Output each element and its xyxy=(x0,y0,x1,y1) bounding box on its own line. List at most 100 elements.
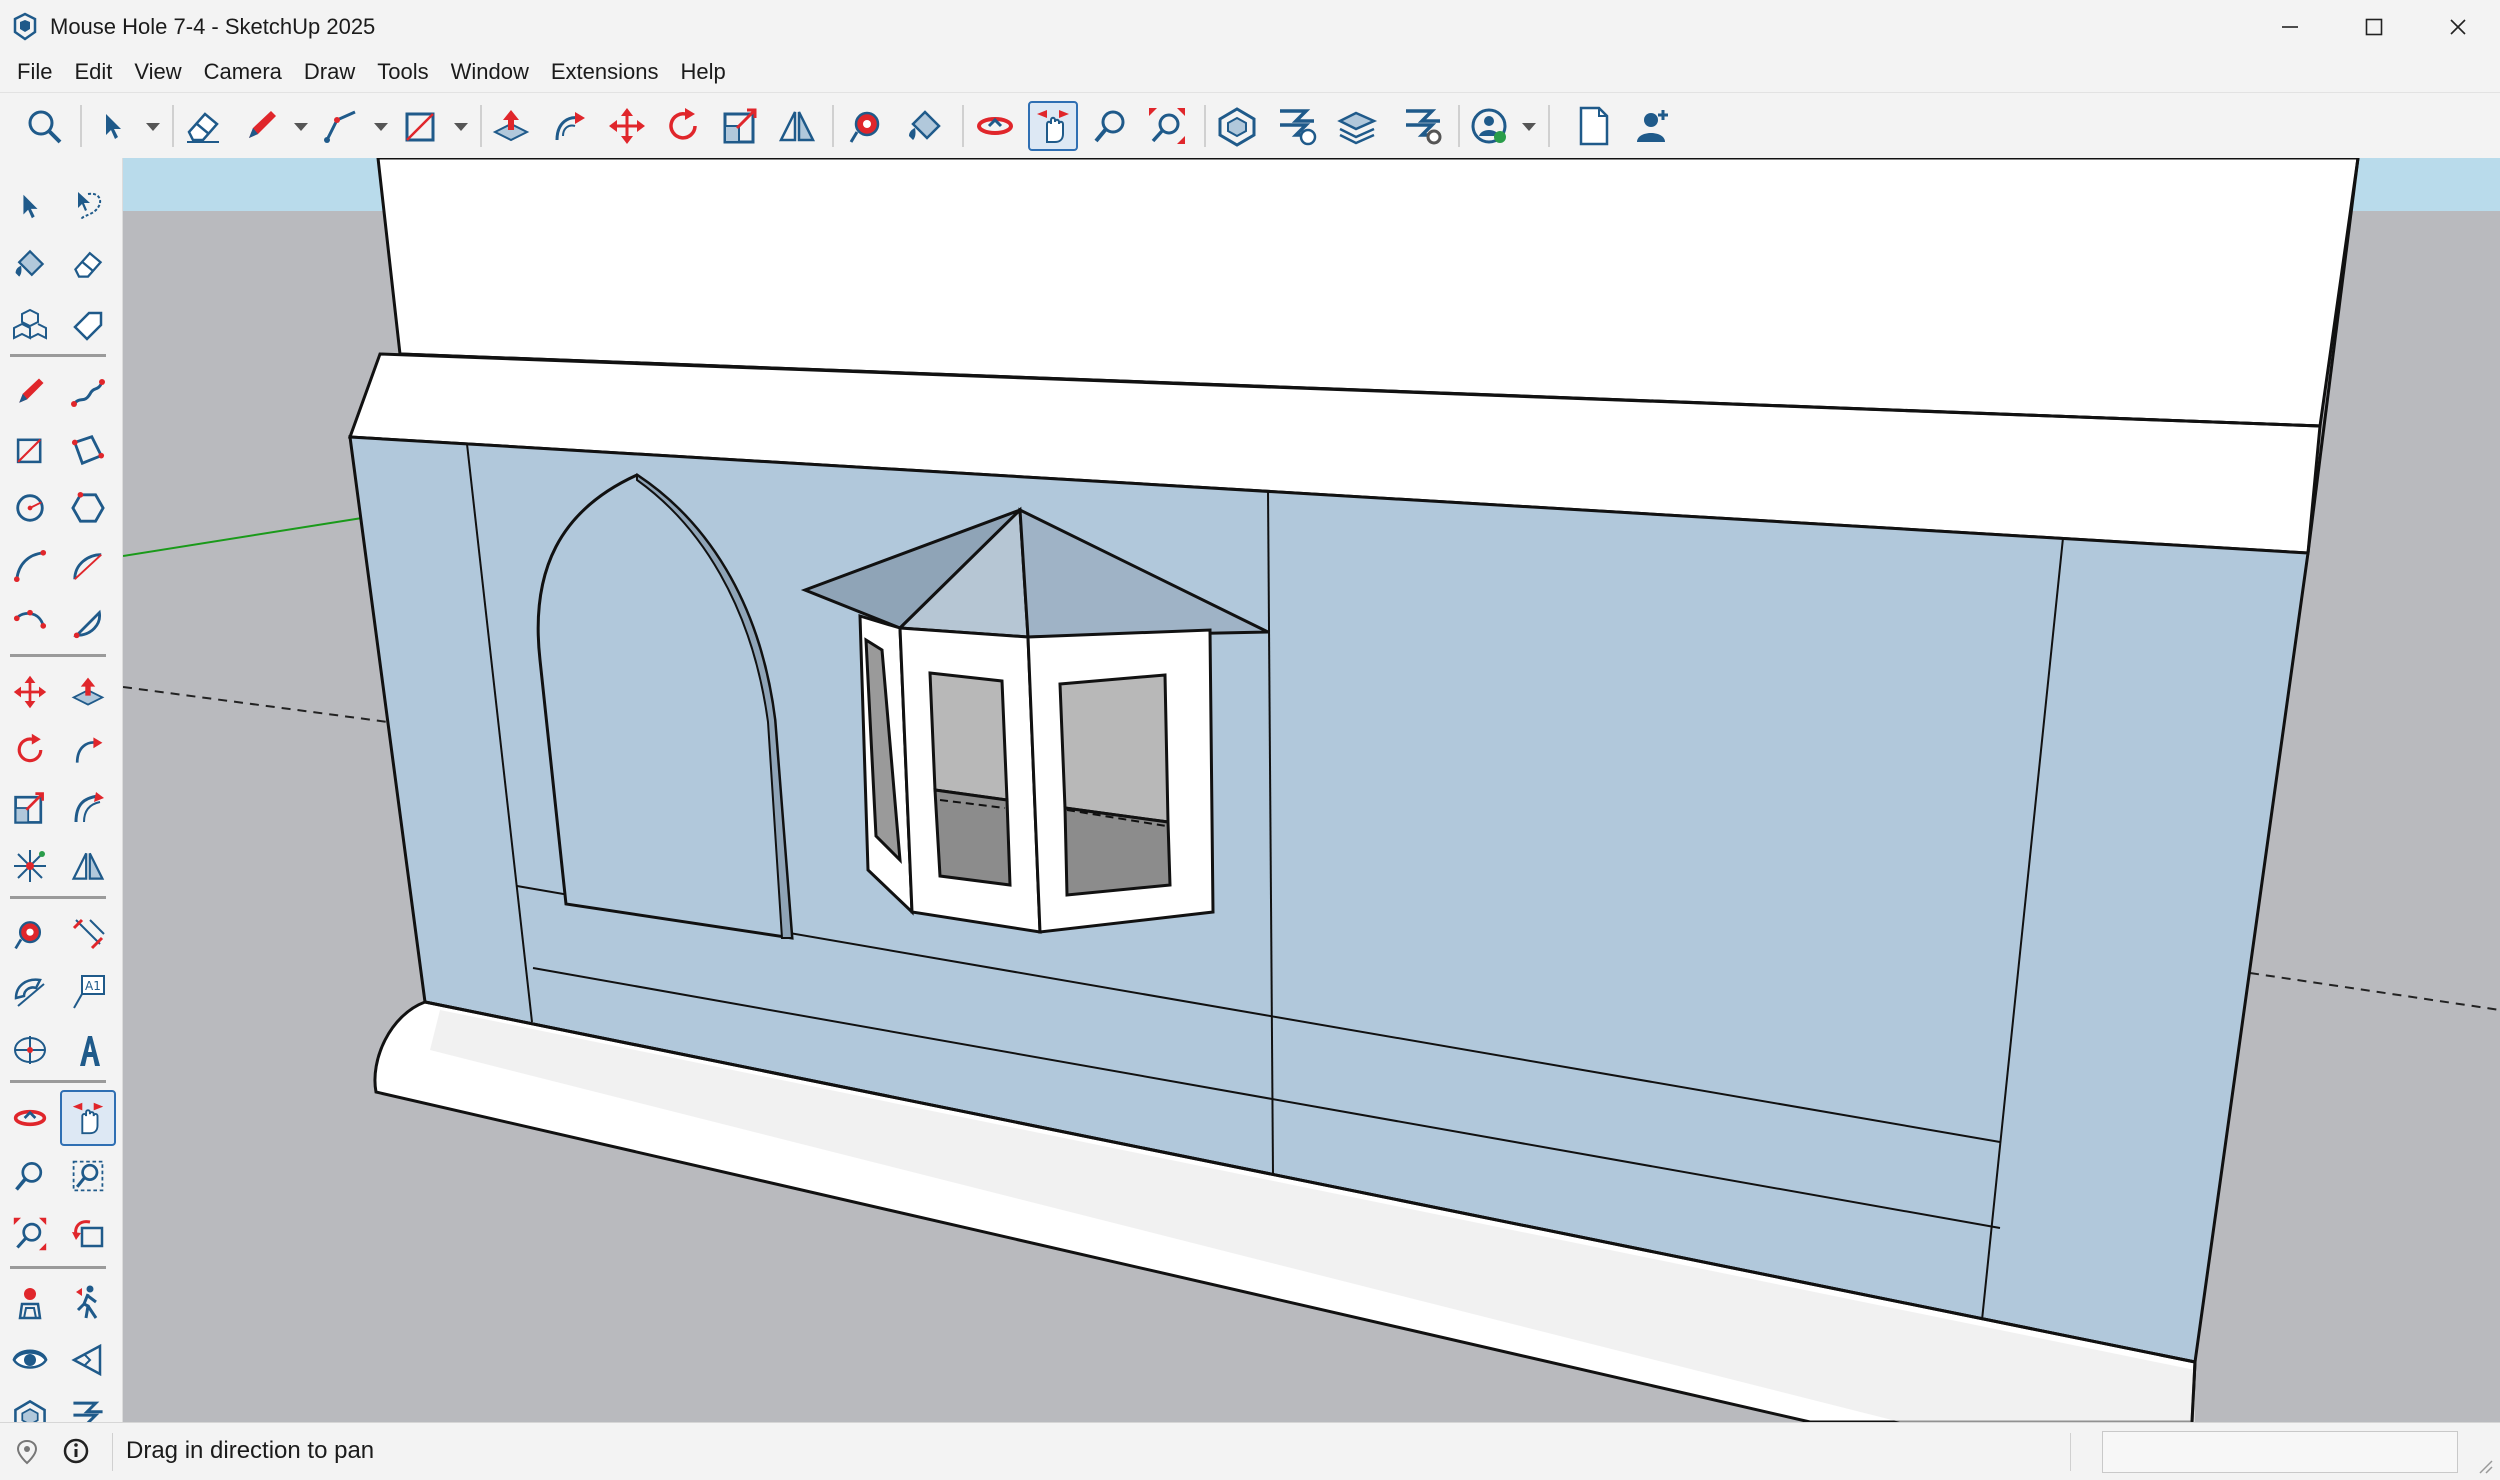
eye-icon xyxy=(12,1349,48,1369)
lt-protractor-button[interactable] xyxy=(4,966,56,1018)
lt-pencil-button[interactable] xyxy=(4,366,56,418)
scale-tool-button[interactable] xyxy=(716,101,766,151)
geo-location-icon[interactable] xyxy=(14,1439,40,1465)
lt-flip-button[interactable] xyxy=(62,840,114,892)
lt-circle-button[interactable] xyxy=(4,482,56,534)
new-file-button[interactable] xyxy=(1568,101,1618,151)
info-icon[interactable] xyxy=(62,1437,90,1465)
lt-section-plane-button[interactable] xyxy=(62,1334,114,1386)
lt-lasso-button[interactable] xyxy=(62,180,114,232)
modeling-viewport[interactable] xyxy=(123,158,2500,1422)
lt-arc-button[interactable] xyxy=(4,540,56,592)
lt-orbit-button[interactable] xyxy=(4,1092,56,1144)
add-user-button[interactable] xyxy=(1628,101,1678,151)
menu-window[interactable]: Window xyxy=(440,54,540,90)
move-tool-button[interactable] xyxy=(602,101,652,151)
rotate-icon xyxy=(17,733,43,763)
close-button[interactable] xyxy=(2416,0,2500,54)
menu-edit[interactable]: Edit xyxy=(63,54,123,90)
paint-bucket-tool-button[interactable] xyxy=(900,101,950,151)
lt-zoom-window-button[interactable] xyxy=(62,1150,114,1202)
orbit-tool-button[interactable] xyxy=(970,101,1020,151)
push-pull-tool-button[interactable] xyxy=(486,101,536,151)
large-tool-set: A1 xyxy=(0,158,123,1422)
menu-tools[interactable]: Tools xyxy=(366,54,439,90)
rectangle-tool-button[interactable] xyxy=(396,101,446,151)
move-icon xyxy=(13,675,47,709)
lt-2point-arc-button[interactable] xyxy=(62,540,114,592)
lt-scale-button[interactable] xyxy=(4,782,56,834)
lt-position-texture-button[interactable] xyxy=(4,840,56,892)
menu-extensions[interactable]: Extensions xyxy=(540,54,670,90)
lt-look-around-button[interactable] xyxy=(4,1334,56,1386)
measurements-input[interactable] xyxy=(2102,1431,2458,1473)
line-icon xyxy=(324,110,356,143)
pie-icon xyxy=(73,609,101,639)
lt-walk-button[interactable] xyxy=(62,1276,114,1328)
lt-polygon-button[interactable] xyxy=(62,482,114,534)
lt-warehouse-button[interactable] xyxy=(4,1390,56,1422)
pan-icon xyxy=(72,1102,104,1135)
lt-paint-bucket-button[interactable] xyxy=(4,238,56,290)
3d-warehouse-button[interactable] xyxy=(1212,101,1262,151)
lt-pie-button[interactable] xyxy=(62,598,114,650)
lt-axes-button[interactable] xyxy=(4,1024,56,1076)
lt-position-camera-button[interactable] xyxy=(4,1276,56,1328)
extension-warehouse-icon xyxy=(73,1401,103,1422)
layout-button[interactable] xyxy=(1332,101,1382,151)
resize-grip-icon[interactable] xyxy=(2476,1457,2494,1475)
zoom-window-icon xyxy=(72,1160,104,1192)
eraser-icon xyxy=(187,112,219,143)
menu-file[interactable]: File xyxy=(6,54,63,90)
eraser-tool-button[interactable] xyxy=(178,101,228,151)
lt-tag-button[interactable] xyxy=(62,298,114,350)
lt-offset-button[interactable] xyxy=(62,782,114,834)
lt-text-button[interactable]: A1 xyxy=(62,966,114,1018)
3d-text-icon xyxy=(80,1036,100,1066)
zoom-extents-tool-button[interactable] xyxy=(1142,101,1192,151)
menu-camera[interactable]: Camera xyxy=(193,54,293,90)
line-tool-button[interactable] xyxy=(316,101,366,151)
menu-view[interactable]: View xyxy=(123,54,192,90)
menu-bar: File Edit View Camera Draw Tools Window … xyxy=(0,54,2500,90)
lt-component-button[interactable] xyxy=(4,298,56,350)
lt-rotate-button[interactable] xyxy=(4,724,56,776)
rotate-tool-button[interactable] xyxy=(658,101,708,151)
search-tool-button[interactable] xyxy=(19,101,69,151)
maximize-button[interactable] xyxy=(2332,0,2416,54)
zoom-tool-button[interactable] xyxy=(1086,101,1136,151)
texture-position-icon xyxy=(14,850,46,882)
close-icon xyxy=(2450,19,2466,35)
lt-rotated-rectangle-button[interactable] xyxy=(62,424,114,476)
lt-eraser-button[interactable] xyxy=(62,238,114,290)
minimize-button[interactable] xyxy=(2248,0,2332,54)
tape-measure-tool-button[interactable] xyxy=(842,101,892,151)
lt-pan-button[interactable] xyxy=(60,1090,116,1146)
follow-me-tool-button[interactable] xyxy=(544,101,594,151)
menu-help[interactable]: Help xyxy=(670,54,737,90)
flip-tool-button[interactable] xyxy=(772,101,822,151)
pan-tool-button[interactable] xyxy=(1028,101,1078,151)
lt-select-button[interactable] xyxy=(4,180,56,232)
extension-warehouse-button[interactable] xyxy=(1272,101,1322,151)
lt-freehand-button[interactable] xyxy=(62,366,114,418)
lt-push-pull-button[interactable] xyxy=(62,666,114,718)
account-button[interactable] xyxy=(1464,101,1514,151)
extension-manager-button[interactable] xyxy=(1398,101,1448,151)
select-tool-button[interactable] xyxy=(88,101,138,151)
lt-rectangle-button[interactable] xyxy=(4,424,56,476)
lt-previous-view-button[interactable] xyxy=(62,1208,114,1260)
lt-dimension-button[interactable] xyxy=(62,908,114,960)
lt-3point-arc-button[interactable] xyxy=(4,598,56,650)
lt-zoom-extents-button[interactable] xyxy=(4,1208,56,1260)
lt-tape-measure-button[interactable] xyxy=(4,908,56,960)
pencil-tool-button[interactable] xyxy=(236,101,286,151)
position-camera-icon xyxy=(18,1288,42,1320)
lt-3d-text-button[interactable] xyxy=(62,1024,114,1076)
lt-follow-me-button[interactable] xyxy=(62,724,114,776)
axes-icon xyxy=(14,1036,46,1064)
lt-extension-warehouse-button[interactable] xyxy=(62,1390,114,1422)
lt-move-button[interactable] xyxy=(4,666,56,718)
lt-zoom-button[interactable] xyxy=(4,1150,56,1202)
menu-draw[interactable]: Draw xyxy=(293,54,366,90)
